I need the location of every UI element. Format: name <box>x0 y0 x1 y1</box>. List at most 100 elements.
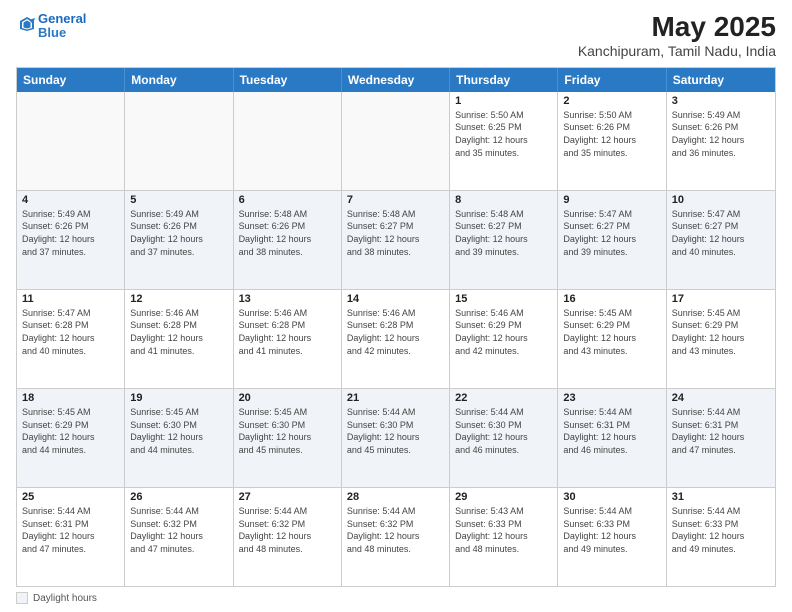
header-cell-thursday: Thursday <box>450 68 558 92</box>
day-number: 29 <box>455 491 552 503</box>
logo-text: General Blue <box>38 12 86 41</box>
day-info: Sunrise: 5:45 AM Sunset: 6:29 PM Dayligh… <box>22 406 119 456</box>
day-info: Sunrise: 5:44 AM Sunset: 6:33 PM Dayligh… <box>563 505 660 555</box>
calendar-cell: 17 Sunrise: 5:45 AM Sunset: 6:29 PM Dayli… <box>667 290 775 388</box>
day-info: Sunrise: 5:44 AM Sunset: 6:33 PM Dayligh… <box>672 505 770 555</box>
day-number: 9 <box>563 194 660 206</box>
calendar-cell: 26Sunrise: 5:44 AM Sunset: 6:32 PM Dayli… <box>125 488 233 586</box>
day-number: 3 <box>672 95 770 107</box>
calendar-cell: 16 Sunrise: 5:45 AM Sunset: 6:29 PM Dayli… <box>558 290 666 388</box>
day-info: Sunrise: 5:46 AM Sunset: 6:28 PM Dayligh… <box>347 307 444 357</box>
calendar-cell: 14 Sunrise: 5:46 AM Sunset: 6:28 PM Dayli… <box>342 290 450 388</box>
calendar-cell <box>234 92 342 190</box>
day-info: Sunrise: 5:49 AM Sunset: 6:26 PM Dayligh… <box>130 208 227 258</box>
day-info: Sunrise: 5:47 AM Sunset: 6:27 PM Dayligh… <box>563 208 660 258</box>
day-number: 7 <box>347 194 444 206</box>
calendar-cell: 10Sunrise: 5:47 AM Sunset: 6:27 PM Dayli… <box>667 191 775 289</box>
day-number: 30 <box>563 491 660 503</box>
day-info: Sunrise: 5:44 AM Sunset: 6:30 PM Dayligh… <box>455 406 552 456</box>
day-info: Sunrise: 5:46 AM Sunset: 6:28 PM Dayligh… <box>130 307 227 357</box>
header-cell-saturday: Saturday <box>667 68 775 92</box>
calendar-row: 25 Sunrise: 5:44 AM Sunset: 6:31 PM Dayli… <box>17 488 775 586</box>
calendar-cell: 6 Sunrise: 5:48 AM Sunset: 6:26 PM Daylig… <box>234 191 342 289</box>
calendar-cell: 18 Sunrise: 5:45 AM Sunset: 6:29 PM Dayli… <box>17 389 125 487</box>
day-info: Sunrise: 5:43 AM Sunset: 6:33 PM Dayligh… <box>455 505 552 555</box>
calendar-cell: 22Sunrise: 5:44 AM Sunset: 6:30 PM Dayli… <box>450 389 558 487</box>
day-info: Sunrise: 5:45 AM Sunset: 6:30 PM Dayligh… <box>239 406 336 456</box>
day-number: 18 <box>22 392 119 404</box>
day-info: Sunrise: 5:45 AM Sunset: 6:29 PM Dayligh… <box>563 307 660 357</box>
header: General Blue May 2025 Kanchipuram, Tamil… <box>16 12 776 59</box>
calendar-cell: 24Sunrise: 5:44 AM Sunset: 6:31 PM Dayli… <box>667 389 775 487</box>
day-number: 20 <box>239 392 336 404</box>
calendar-cell: 15 Sunrise: 5:46 AM Sunset: 6:29 PM Dayli… <box>450 290 558 388</box>
day-info: Sunrise: 5:45 AM Sunset: 6:29 PM Dayligh… <box>672 307 770 357</box>
calendar-cell: 12 Sunrise: 5:46 AM Sunset: 6:28 PM Dayli… <box>125 290 233 388</box>
day-number: 1 <box>455 95 552 107</box>
day-number: 19 <box>130 392 227 404</box>
day-info: Sunrise: 5:50 AM Sunset: 6:26 PM Dayligh… <box>563 109 660 159</box>
calendar-cell <box>342 92 450 190</box>
calendar-cell: 5 Sunrise: 5:49 AM Sunset: 6:26 PM Daylig… <box>125 191 233 289</box>
calendar-row: 18 Sunrise: 5:45 AM Sunset: 6:29 PM Dayli… <box>17 389 775 488</box>
day-number: 14 <box>347 293 444 305</box>
logo-line1: General <box>38 11 86 26</box>
day-info: Sunrise: 5:44 AM Sunset: 6:32 PM Dayligh… <box>347 505 444 555</box>
calendar-cell <box>125 92 233 190</box>
day-info: Sunrise: 5:48 AM Sunset: 6:27 PM Dayligh… <box>347 208 444 258</box>
calendar-cell: 2 Sunrise: 5:50 AM Sunset: 6:26 PM Daylig… <box>558 92 666 190</box>
day-info: Sunrise: 5:44 AM Sunset: 6:31 PM Dayligh… <box>22 505 119 555</box>
header-cell-wednesday: Wednesday <box>342 68 450 92</box>
day-number: 12 <box>130 293 227 305</box>
day-info: Sunrise: 5:45 AM Sunset: 6:30 PM Dayligh… <box>130 406 227 456</box>
subtitle: Kanchipuram, Tamil Nadu, India <box>578 43 776 59</box>
day-number: 4 <box>22 194 119 206</box>
day-number: 2 <box>563 95 660 107</box>
calendar-cell: 30 Sunrise: 5:44 AM Sunset: 6:33 PM Dayli… <box>558 488 666 586</box>
legend-box <box>16 592 28 604</box>
day-number: 17 <box>672 293 770 305</box>
day-number: 11 <box>22 293 119 305</box>
header-cell-tuesday: Tuesday <box>234 68 342 92</box>
calendar-row: 1Sunrise: 5:50 AM Sunset: 6:25 PM Daylig… <box>17 92 775 191</box>
day-info: Sunrise: 5:47 AM Sunset: 6:27 PM Dayligh… <box>672 208 770 258</box>
header-cell-monday: Monday <box>125 68 233 92</box>
footer: Daylight hours <box>16 592 776 604</box>
calendar-cell: 1Sunrise: 5:50 AM Sunset: 6:25 PM Daylig… <box>450 92 558 190</box>
calendar-row: 4 Sunrise: 5:49 AM Sunset: 6:26 PM Daylig… <box>17 191 775 290</box>
day-number: 25 <box>22 491 119 503</box>
calendar-cell: 7 Sunrise: 5:48 AM Sunset: 6:27 PM Daylig… <box>342 191 450 289</box>
day-info: Sunrise: 5:44 AM Sunset: 6:30 PM Dayligh… <box>347 406 444 456</box>
day-number: 8 <box>455 194 552 206</box>
day-number: 13 <box>239 293 336 305</box>
day-number: 27 <box>239 491 336 503</box>
day-number: 6 <box>239 194 336 206</box>
day-number: 15 <box>455 293 552 305</box>
day-number: 21 <box>347 392 444 404</box>
day-info: Sunrise: 5:49 AM Sunset: 6:26 PM Dayligh… <box>672 109 770 159</box>
day-number: 23 <box>563 392 660 404</box>
header-cell-sunday: Sunday <box>17 68 125 92</box>
day-info: Sunrise: 5:48 AM Sunset: 6:26 PM Dayligh… <box>239 208 336 258</box>
logo-icon <box>18 15 36 33</box>
logo: General Blue <box>16 12 86 41</box>
calendar-cell: 29 Sunrise: 5:43 AM Sunset: 6:33 PM Dayli… <box>450 488 558 586</box>
day-number: 5 <box>130 194 227 206</box>
calendar: SundayMondayTuesdayWednesdayThursdayFrid… <box>16 67 776 587</box>
calendar-cell <box>17 92 125 190</box>
day-info: Sunrise: 5:46 AM Sunset: 6:29 PM Dayligh… <box>455 307 552 357</box>
logo-line2: Blue <box>38 25 66 40</box>
day-info: Sunrise: 5:47 AM Sunset: 6:28 PM Dayligh… <box>22 307 119 357</box>
title-block: May 2025 Kanchipuram, Tamil Nadu, India <box>578 12 776 59</box>
day-info: Sunrise: 5:49 AM Sunset: 6:26 PM Dayligh… <box>22 208 119 258</box>
day-number: 16 <box>563 293 660 305</box>
calendar-cell: 9 Sunrise: 5:47 AM Sunset: 6:27 PM Daylig… <box>558 191 666 289</box>
legend-label: Daylight hours <box>33 593 97 604</box>
main-title: May 2025 <box>578 12 776 43</box>
calendar-cell: 27Sunrise: 5:44 AM Sunset: 6:32 PM Dayli… <box>234 488 342 586</box>
day-info: Sunrise: 5:48 AM Sunset: 6:27 PM Dayligh… <box>455 208 552 258</box>
calendar-cell: 20 Sunrise: 5:45 AM Sunset: 6:30 PM Dayli… <box>234 389 342 487</box>
calendar-cell: 13 Sunrise: 5:46 AM Sunset: 6:28 PM Dayli… <box>234 290 342 388</box>
day-number: 26 <box>130 491 227 503</box>
day-info: Sunrise: 5:46 AM Sunset: 6:28 PM Dayligh… <box>239 307 336 357</box>
